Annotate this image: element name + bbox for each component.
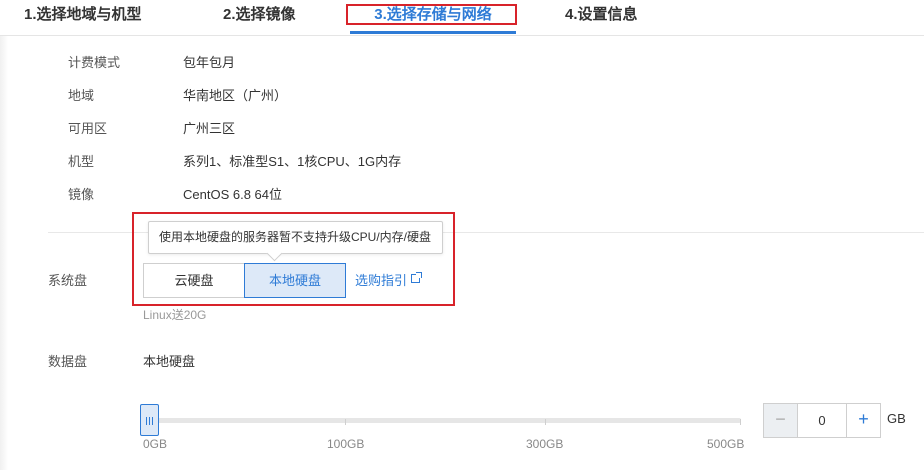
data-disk-slider-handle[interactable]: [140, 404, 159, 436]
left-edge-shadow: [0, 36, 8, 470]
summary-label: 机型: [68, 154, 95, 169]
slider-tick-label: 100GB: [327, 437, 365, 451]
summary-value: 华南地区（广州）: [183, 88, 288, 103]
slider-tick-label: 300GB: [526, 437, 564, 451]
data-disk-slider-track[interactable]: [143, 418, 741, 423]
summary-value: 包年包月: [183, 55, 236, 70]
summary-label: 计费模式: [68, 55, 121, 70]
system-disk-note: Linux送20G: [143, 308, 207, 322]
decrement-button[interactable]: −: [764, 404, 798, 437]
step-tabs: 1.选择地域与机型 2.选择镜像 3.选择存储与网络 4.设置信息: [0, 0, 924, 36]
step-tab-region-and-model[interactable]: 1.选择地域与机型: [24, 0, 142, 35]
summary-label: 镜像: [68, 187, 95, 202]
data-disk-size-input[interactable]: [798, 404, 846, 437]
step-tab-settings[interactable]: 4.设置信息: [565, 0, 638, 35]
system-disk-label: 系统盘: [48, 273, 88, 288]
summary-value: 系列1、标准型S1、1核CPU、1G内存: [183, 154, 402, 169]
system-disk-highlight-box: [132, 212, 455, 306]
data-disk-size-stepper: − +: [763, 403, 881, 438]
data-disk-unit: GB: [887, 411, 906, 426]
slider-tick: [545, 419, 546, 425]
slider-tick: [345, 419, 346, 425]
slider-tick-label: 500GB: [707, 437, 745, 451]
summary-label: 地域: [68, 88, 95, 103]
step-tab-image[interactable]: 2.选择镜像: [223, 0, 296, 35]
summary-value: CentOS 6.8 64位: [183, 187, 282, 202]
grip-icon: [146, 417, 153, 425]
slider-tick-label: 0GB: [143, 437, 168, 451]
data-disk-label: 数据盘: [48, 354, 88, 369]
summary-label: 可用区: [68, 121, 108, 136]
step-tab-storage-and-network[interactable]: 3.选择存储与网络: [350, 0, 516, 35]
slider-tick: [740, 419, 741, 425]
data-disk-type: 本地硬盘: [143, 354, 196, 369]
increment-button[interactable]: +: [846, 404, 880, 437]
summary-value: 广州三区: [183, 121, 236, 136]
